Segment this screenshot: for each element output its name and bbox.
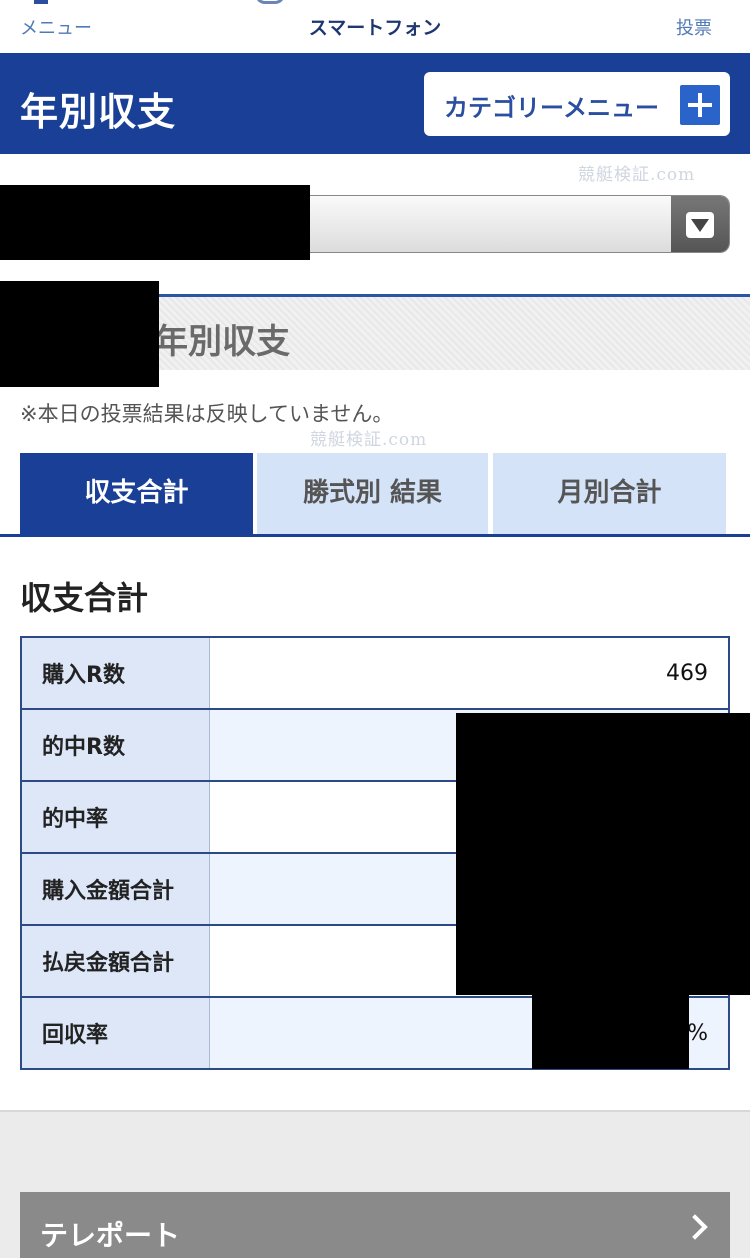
table-row: 購入R数 469: [22, 638, 728, 710]
page-header: 年別収支 カテゴリーメニュー: [0, 53, 750, 154]
redaction-box: [0, 185, 310, 260]
row-label: 的中率: [22, 782, 210, 852]
site-title: スマートフォン: [308, 17, 442, 39]
chevron-down-icon: [686, 212, 714, 238]
notice-text: ※本日の投票結果は反映していません。: [20, 402, 394, 426]
dropdown-arrow[interactable]: [671, 196, 729, 252]
row-label: 的中R数: [22, 710, 210, 780]
row-label: 回収率: [22, 998, 210, 1068]
vote-link[interactable]: 投票: [676, 14, 712, 40]
teleport-button[interactable]: テレポート: [20, 1192, 730, 1258]
row-label: 購入R数: [22, 638, 210, 708]
row-label: 払戻金額合計: [22, 926, 210, 996]
row-value: 469: [210, 638, 728, 708]
summary-heading: 収支合計: [20, 579, 149, 617]
watermark: 競艇検証.com: [578, 165, 696, 185]
category-menu-button[interactable]: カテゴリーメニュー: [424, 72, 730, 136]
plus-icon: [680, 85, 720, 125]
teleport-label: テレポート: [40, 1219, 181, 1252]
logo-fragment: [34, 0, 48, 4]
redaction-box: [0, 281, 159, 387]
tab-monthly[interactable]: 月別合計: [493, 453, 726, 534]
row-label: 購入金額合計: [22, 854, 210, 924]
category-menu-label: カテゴリーメニュー: [444, 94, 660, 122]
tab-bar: 収支合計 勝式別 結果 月別合計: [0, 453, 750, 537]
page-title: 年別収支: [20, 90, 177, 134]
redaction-box: [456, 713, 750, 995]
tab-bet-type[interactable]: 勝式別 結果: [257, 453, 488, 534]
redaction-box: [532, 995, 689, 1069]
logo-fragment: [255, 0, 285, 4]
chevron-right-icon: [682, 1214, 708, 1240]
watermark: 競艇検証.com: [310, 430, 428, 450]
tab-total[interactable]: 収支合計: [20, 453, 253, 534]
section-title: 年別収支: [154, 322, 290, 362]
top-navigation: メニュー スマートフォン 投票: [0, 0, 750, 53]
